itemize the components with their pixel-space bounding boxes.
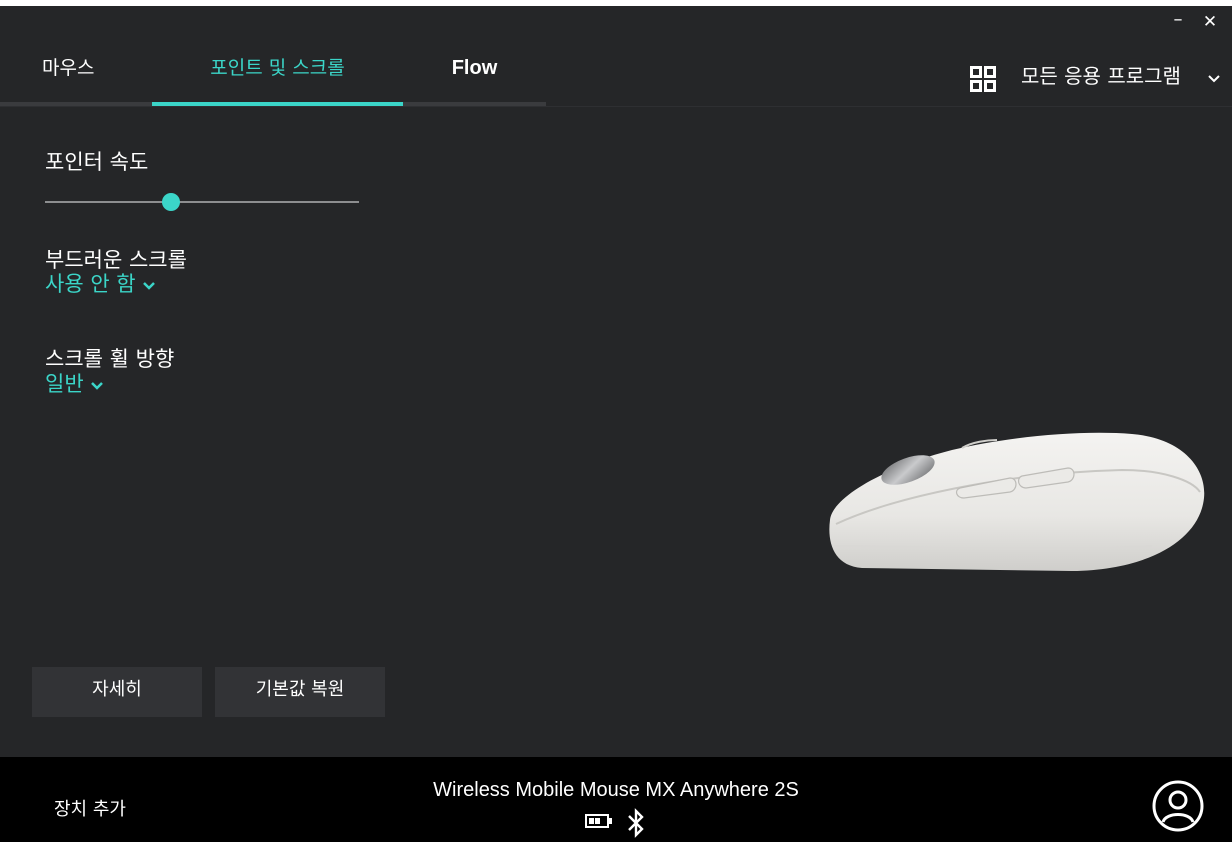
smooth-scroll-dropdown[interactable]: 사용 안 함 bbox=[45, 268, 156, 298]
footer-bar: 장치 추가 Wireless Mobile Mouse MX Anywhere … bbox=[0, 757, 1232, 842]
close-button[interactable]: ✕ bbox=[1198, 10, 1222, 34]
grid-icon[interactable] bbox=[970, 66, 996, 92]
pointer-speed-title: 포인터 속도 bbox=[45, 150, 149, 174]
more-button[interactable]: 자세히 bbox=[32, 667, 202, 717]
mouse-image bbox=[829, 432, 1205, 571]
pointer-speed-slider-track[interactable] bbox=[45, 201, 359, 203]
chevron-down-icon bbox=[142, 282, 155, 290]
window-top-border bbox=[0, 0, 1232, 6]
chevron-down-icon[interactable] bbox=[1206, 70, 1222, 86]
app-selector[interactable]: 모든 응용 프로그램 bbox=[1021, 62, 1181, 90]
tab-bar: 마우스 포인트 및 스크롤 Flow bbox=[0, 40, 546, 106]
tab-mouse[interactable]: 마우스 bbox=[0, 40, 152, 106]
smooth-scroll-value: 사용 안 함 bbox=[45, 272, 136, 296]
account-icon[interactable] bbox=[1152, 780, 1204, 832]
scroll-direction-dropdown[interactable]: 일반 bbox=[45, 368, 104, 398]
restore-defaults-button[interactable]: 기본값 복원 bbox=[215, 667, 385, 717]
header-divider bbox=[0, 106, 1232, 107]
scroll-direction-value: 일반 bbox=[45, 372, 84, 396]
pointer-speed-slider-thumb[interactable] bbox=[161, 193, 180, 211]
tab-point-and-scroll[interactable]: 포인트 및 스크롤 bbox=[152, 40, 403, 106]
bluetooth-icon bbox=[628, 808, 644, 838]
device-name: Wireless Mobile Mouse MX Anywhere 2S bbox=[433, 779, 799, 801]
battery-icon bbox=[585, 814, 612, 828]
tab-flow[interactable]: Flow bbox=[403, 40, 546, 106]
chevron-down-icon bbox=[90, 382, 103, 390]
minimize-button[interactable]: – bbox=[1166, 10, 1190, 34]
